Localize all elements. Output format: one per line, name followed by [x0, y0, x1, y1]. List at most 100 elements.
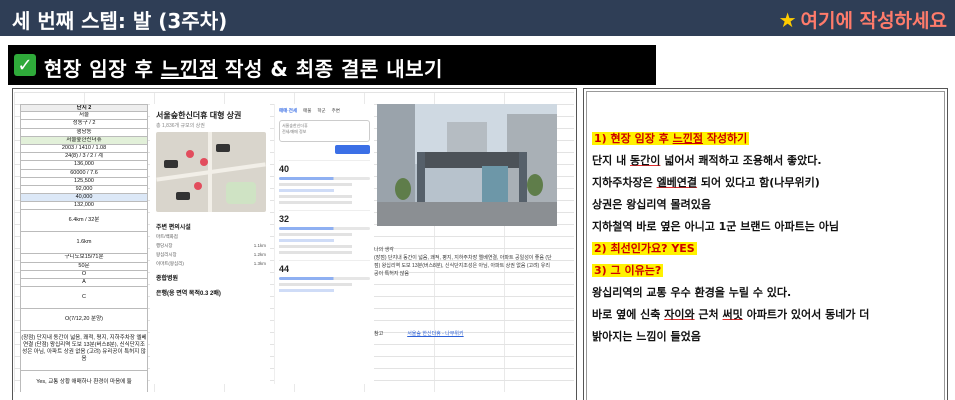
photo-road: [377, 202, 557, 226]
write-here-label: ★ 여기에 작성하세요: [779, 6, 947, 33]
line-part: 아파트가 있어서 동네가 더: [742, 308, 870, 321]
price-line: [279, 195, 352, 198]
question-3-highlight: 3) 그 이유는?: [592, 264, 664, 277]
item-name: 왕십리시장: [156, 252, 177, 257]
price-line: [279, 233, 352, 236]
price-line: [279, 251, 352, 254]
q1-underlined: 느낀점: [672, 132, 703, 145]
line-part: 넓어서 쾌적하고 조용해서 좋았다.: [660, 154, 822, 167]
answer-line: 지하철역 바로 옆은 아니고 1군 브랜드 아파트는 아님: [592, 220, 839, 233]
list-item: 마트/백화점: [156, 234, 266, 240]
answer-line: 왕십리역의 교통 우수 환경을 누릴 수 있다.: [592, 286, 792, 299]
table-cell: O(7/12,20 분양): [20, 309, 148, 332]
list-item: 이마트(왕십리) 1.3km: [156, 261, 266, 267]
table-cell: C: [20, 287, 148, 310]
section-title-b: 작성 & 최종 결론 내보기: [217, 57, 443, 81]
map-title: 서울숲한신더휴 대형 상권: [156, 111, 242, 120]
price-line: [279, 183, 352, 186]
table-cell: 행당동: [20, 128, 148, 137]
map-marker: [186, 150, 194, 158]
table-note-cell: (장점) 단지내 동간이 넓음, 쾌적, 평지, 지하주차장 엘베연결 (단점)…: [20, 331, 148, 372]
item-name: 이마트(왕십리): [156, 261, 184, 266]
notes-text: (장점) 단지내 동간이 넓음, 쾌적, 평지, 지하주차장 엘베연결, 아파트…: [374, 255, 552, 277]
section-title: 현장 임장 후 느낀점 작성 & 최종 결론 내보기: [44, 53, 443, 82]
misspell-underline: 써밋: [722, 308, 743, 321]
price-line: [279, 201, 352, 204]
section-title-underlined: 느낀점: [160, 57, 218, 81]
table-cell: A: [20, 279, 148, 288]
reflection-text[interactable]: 1) 현장 임장 후 느낀점 작성하기 단지 내 동간이 넓어서 쾌적하고 조용…: [592, 128, 944, 348]
complex-table: 단지 2 서울 성동구 / 2 행당동 서울숲한신더휴 2003 / 1410 …: [20, 104, 148, 392]
answer-line: 단지 내 동간이 넓어서 쾌적하고 조용해서 좋았다.: [592, 150, 944, 172]
star-icon: ★: [778, 8, 797, 32]
map-pin: [176, 192, 190, 200]
photo-tree: [527, 174, 543, 196]
line-part: 단지 내: [592, 154, 631, 167]
table-cell: 1.6km: [20, 232, 148, 255]
area-map: [156, 132, 266, 212]
top-banner: 세 번째 스텝: 발 (3주차) ★ 여기에 작성하세요: [0, 0, 955, 36]
list-item: 왕십리시장 1.2km: [156, 252, 266, 258]
photo-tree: [395, 178, 411, 200]
list-item: 행당시장 1.1km: [156, 243, 266, 249]
price-value: 32: [279, 214, 290, 224]
table-cell: 24(8) / 3 / 2 / 계: [20, 153, 148, 162]
notes-heading: 나의 생각: [374, 247, 394, 253]
complex-search-box: 서울숲한신더휴 전세/매매 정보: [279, 120, 370, 142]
map-marker: [194, 182, 202, 190]
table-yes-cell: Yes, 교통 상황 애매하나 환경이 마음에 듦: [20, 371, 148, 392]
reference-link[interactable]: 서울숲 한신더휴 - 나무위키: [407, 331, 463, 337]
section-title-a: 현장 임장 후: [44, 57, 161, 81]
price-tabs: 매매·전세 매물 학군 주변: [275, 104, 374, 118]
question-1: 1) 현장 임장 후 느낀점 작성하기: [592, 128, 944, 150]
price-block: 40: [279, 160, 370, 204]
line-part: 근처: [694, 308, 723, 321]
map-subtitle: 총 1,836개 규모의 상권: [156, 123, 205, 129]
answer-line: 지하주차장은 엘베연결 되어 있다고 함(나무위키): [592, 172, 944, 194]
answer-line: 바로 옆에 신축 자이와 근처 써밋 아파트가 있어서 동네가 더: [592, 304, 944, 326]
question-2: 2) 최선인가요? YES: [592, 238, 944, 260]
amenities-list: 주변 편의시설 마트/백화점 행당시장 1.1km 왕십리시장 1.2km 이마트(…: [156, 216, 266, 300]
amenities-heading: 주변 편의시설: [156, 225, 191, 231]
price-value: 44: [279, 264, 290, 274]
commercial-area-panel: 서울숲한신더휴 대형 상권 총 1,836개 규모의 상권 주변 편의시설 마트…: [150, 104, 270, 384]
item-distance: 1.3km: [253, 261, 266, 266]
table-cell: 132,000: [20, 202, 148, 211]
yes-note: 교통 상황 애매하나 환경이 마음에 듦: [48, 379, 132, 386]
table-cell: O: [20, 270, 148, 279]
question-1-highlight: 1) 현장 임장 후 느낀점 작성하기: [592, 132, 750, 145]
table-header: 단지 2: [20, 104, 148, 113]
table-cell: 92,000: [20, 185, 148, 195]
misspell-underline: 엘베연결: [656, 176, 698, 189]
price-line: [279, 189, 334, 192]
q1-after: 작성하기: [702, 132, 748, 145]
checkmark-icon: ✓: [14, 54, 36, 76]
embedded-sheet-image: 단지 2 서울 성동구 / 2 행당동 서울숲한신더휴 2003 / 1410 …: [14, 92, 574, 392]
price-bar: [279, 227, 370, 230]
price-line: [279, 245, 352, 248]
map-road: [208, 132, 212, 212]
yes-label: Yes,: [36, 379, 47, 386]
price-bar: [279, 177, 370, 180]
photo-glass: [482, 166, 508, 202]
answer-line: 상권은 왕십리역 몰려있음: [592, 198, 711, 211]
line-part: 바로 옆에 신축: [592, 308, 665, 321]
price-line: [279, 283, 352, 286]
item-name: 마트/백화점: [156, 234, 178, 239]
question-2-highlight: 2) 최선인가요? YES: [592, 242, 697, 255]
my-thoughts-note: 나의 생각 (장점) 단지내 동간이 넓음, 쾌적, 평지, 지하주차장 엘베연…: [374, 246, 554, 278]
answer-line: 밝아지는 느낌이 들었음: [592, 330, 701, 343]
photo-gate: [417, 152, 527, 168]
photo-pillar: [519, 152, 527, 202]
table-cell: 구디도보15/71분: [20, 254, 148, 263]
table-cell: 서울: [20, 112, 148, 121]
reference-label: 참고: [374, 331, 384, 337]
search-button: [335, 145, 370, 154]
price-info-panel: 매매·전세 매물 학군 주변 서울숲한신더휴 전세/매매 정보 40 32 44: [274, 104, 374, 384]
bank-heading: 은행(응 면역 목적0.3 2배): [156, 291, 221, 297]
map-pin: [216, 144, 230, 152]
section-heading: ✓ 현장 임장 후 느낀점 작성 & 최종 결론 내보기: [8, 45, 656, 85]
item-distance: 1.2km: [253, 252, 266, 257]
reference-row: 참고 서울숲 한신더휴 - 나무위키: [374, 330, 464, 337]
table-cell: 136,000: [20, 161, 148, 170]
